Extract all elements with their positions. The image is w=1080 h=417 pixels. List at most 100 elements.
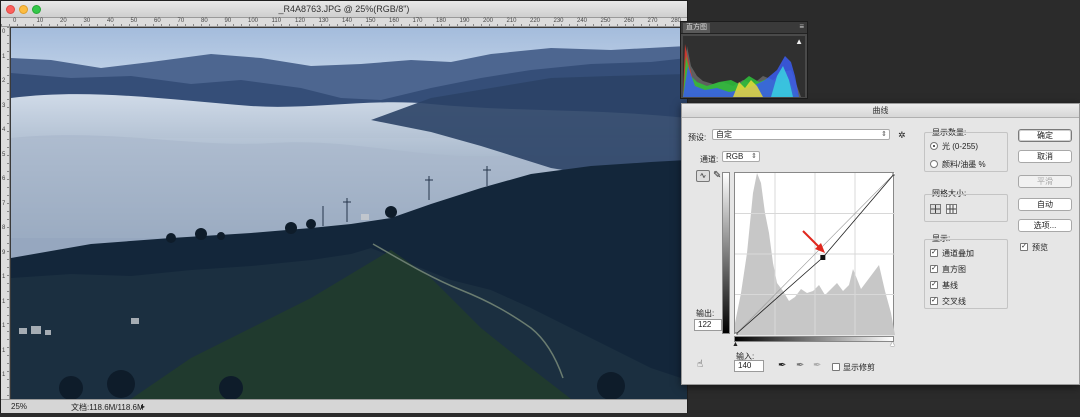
channel-label: 通道: [700,155,719,164]
ruler-tick-label: 9 [2,249,6,256]
ruler-tick-label: 0 [2,29,6,35]
pigment-radio-label: 颜料/油墨 % [942,160,986,169]
ruler-tick-label: 1 [2,347,6,354]
auto-button[interactable]: 自动 [1018,198,1072,211]
intersection-line-checkbox[interactable]: ✓ [930,297,938,305]
preset-label: 预设: [688,133,707,142]
ruler-tick-label: 150 [365,18,376,24]
preset-value: 自定 [716,130,732,139]
ruler-tick-label: 210 [506,18,517,24]
ruler-tick-label: 30 [83,18,91,24]
ruler-tick-label: 230 [553,18,564,24]
black-point-slider-icon[interactable]: ▲ [732,341,739,348]
pencil-tool-icon[interactable]: ✎ [713,170,721,181]
warning-triangle-icon[interactable]: ▲ [795,37,803,46]
pigment-radio[interactable] [930,160,938,168]
curve-chart[interactable] [732,170,898,338]
histogram-panel-header: 直方图 ≡ [681,22,807,34]
curve-endpoint-black[interactable] [732,332,738,338]
ruler-tick-label: 1 [2,298,6,305]
curve-point-tool-icon[interactable]: ∿ [696,170,710,182]
ruler-tick-label: 60 [154,18,161,24]
detailed-grid-icon[interactable] [946,204,957,214]
preview-checkbox[interactable]: ✓ [1020,243,1028,251]
cancel-button[interactable]: 取消 [1018,150,1072,163]
ruler-tick-label: 6 [2,176,6,182]
simple-grid-icon[interactable] [930,204,941,214]
ruler-tick-label: 20 [60,18,67,24]
ruler-tick-label: 250 [600,18,611,24]
document-size-info: 文档:118.6M/118.6M [71,403,144,412]
on-image-adjust-hand-icon[interactable]: ☝ [697,359,703,370]
channel-select[interactable]: RGB ⇕ [722,151,760,162]
ruler-tick-label: 4 [2,127,6,133]
ruler-tick-label: 120 [295,18,306,24]
horizontal-ruler[interactable]: 0 10 20 30 40 50 60 70 80 90 100 110 120 130 140 150 160… [1,18,687,27]
panel-menu-icon[interactable]: ≡ [799,22,804,31]
channel-overlay-checkbox[interactable]: ✓ [930,249,938,257]
curve-graph[interactable] [732,170,898,338]
light-radio[interactable] [930,142,938,150]
histogram-label: 直方图 [942,265,966,274]
ruler-tick-label: 90 [224,18,232,24]
ok-button[interactable]: 确定 [1018,129,1072,142]
chevron-updown-icon: ⇕ [751,153,757,160]
curve-endpoint-white[interactable] [892,170,898,176]
ruler-tick-label: 7 [2,200,6,207]
ruler-tick-label: 110 [271,18,282,24]
ruler-tick-label: 260 [624,18,635,24]
white-point-slider-icon[interactable]: ▲ [889,341,896,348]
options-button[interactable]: 选项... [1018,219,1072,232]
ruler-tick-label: 8 [2,225,6,231]
black-eyedropper-icon[interactable]: ✒ [778,360,786,371]
ruler-tick-label: 40 [107,18,114,24]
output-label: 输出: [696,309,715,318]
ruler-tick-label: 2 [2,78,6,84]
output-value-field[interactable]: 122 [694,319,722,331]
document-status-bar: 25% 文档:118.6M/118.6M ▸ [1,399,687,413]
preset-select[interactable]: 自定 ⇕ [712,129,890,140]
histogram-panel: 直方图 ≡ ▲ [680,21,808,99]
ruler-tick-label: 140 [342,18,353,24]
ruler-tick-label: 190 [459,18,470,24]
preview-label: 预览 [1032,243,1048,252]
ruler-tick-label: 5 [2,151,6,158]
channel-overlay-label: 通道叠加 [942,249,974,258]
input-value-field[interactable]: 140 [734,360,764,372]
curves-dialog: 曲线 预设: 自定 ⇕ ✲ 通道: RGB ⇕ ∿ ✎ ▲ ▲ 输出: 122 … [681,103,1080,385]
input-gradient-bar [734,336,894,342]
landscape-photo [11,28,687,399]
curves-dialog-title[interactable]: 曲线 [682,104,1079,118]
ruler-tick-label: 80 [201,18,208,24]
ruler-tick-label: 1 [2,323,6,329]
histogram-checkbox[interactable]: ✓ [930,265,938,273]
ruler-tick-label: 1 [2,372,6,378]
baseline-label: 基线 [942,281,958,290]
zoom-level[interactable]: 25% [11,402,27,411]
document-window: _R4A8763.JPG @ 25%(RGB/8") 0 10 20 30 40 50 60… [0,0,688,413]
gray-eyedropper-icon[interactable]: ✒ [796,360,804,371]
ruler-tick-label: 240 [577,18,588,24]
histogram-tab[interactable]: 直方图 [683,23,710,33]
curve-control-point[interactable] [820,254,826,260]
smooth-button[interactable]: 平滑 [1018,175,1072,188]
document-title: _R4A8763.JPG @ 25%(RGB/8") [278,4,410,14]
ruler-tick-label: 70 [177,18,185,24]
intersection-line-label: 交叉线 [942,297,966,306]
document-canvas[interactable] [11,28,687,399]
document-titlebar[interactable]: _R4A8763.JPG @ 25%(RGB/8") [1,1,687,18]
ruler-tick-label: 220 [530,18,541,24]
preset-options-gear-icon[interactable]: ✲ [898,130,906,141]
vertical-ruler[interactable]: 0 1 2 3 4 5 6 7 8 9 1 1 1 1 1 [1,27,10,399]
show-clipping-label: 显示修剪 [843,363,875,372]
ruler-tick-label: 10 [36,18,44,24]
ruler-tick-label: 160 [389,18,400,24]
ruler-tick-label: 3 [2,102,6,109]
ruler-tick-label: 100 [248,18,259,24]
baseline-checkbox[interactable]: ✓ [930,281,938,289]
white-eyedropper-icon[interactable]: ✒ [813,360,821,371]
status-menu-arrow-icon[interactable]: ▸ [141,402,145,411]
show-clipping-checkbox[interactable] [832,363,840,371]
ruler-tick-label: 170 [412,18,423,24]
ruler-tick-label: 130 [318,18,329,24]
